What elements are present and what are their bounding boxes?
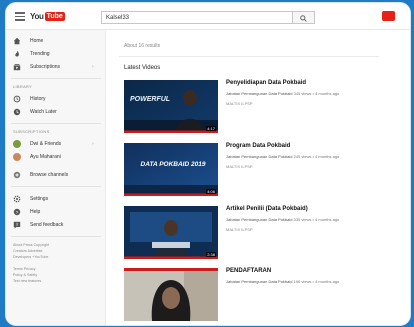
video-title[interactable]: Penyelidiapan Data Pokbaid — [226, 80, 306, 86]
youtube-logo[interactable]: You Tube — [30, 11, 65, 22]
video-description: MALTIX ILPSP — [226, 101, 253, 106]
sidebar-divider — [11, 78, 101, 79]
sidebar-item-subscriptions[interactable]: Subscriptions › — [6, 60, 106, 73]
watch-later-icon — [13, 108, 21, 116]
help-icon: ? — [13, 208, 21, 216]
search-input[interactable]: Kalsel33 — [101, 11, 293, 24]
chevron-right-icon: › — [92, 63, 94, 70]
video-thumbnail[interactable] — [124, 268, 218, 321]
sidebar-footer: About Press Copyright Creators Advertise… — [13, 242, 101, 284]
avatar — [13, 152, 21, 161]
video-meta: Jabatan Pembangunan Data Pokbaid 196 vie… — [226, 279, 339, 284]
sidebar-item-label: Trending — [30, 50, 50, 57]
sidebar-item-browse-channels[interactable]: Browse channels — [6, 168, 106, 181]
home-icon — [13, 37, 21, 45]
video-item[interactable]: DATA POKBAID 2019 4:06 Program Data Pokb… — [124, 143, 384, 197]
video-item[interactable]: POWERFUL 4:17 Penyelidiapan Data Pokbaid… — [124, 80, 384, 134]
results-count: About 16 results — [124, 43, 161, 49]
search-button[interactable] — [293, 11, 315, 24]
sidebar-item-label: Ayu Maharani — [30, 153, 61, 160]
thumbnail-caption: POWERFUL — [130, 96, 171, 103]
sidebar-divider — [11, 236, 101, 237]
video-duration: 4:06 — [206, 189, 216, 194]
thumbnail-caption: DATA POKBAID 2019 — [140, 161, 206, 168]
library-heading: LIBRARY — [13, 84, 33, 89]
subscriptions-heading: SUBSCRIPTIONS — [13, 129, 50, 134]
video-item[interactable]: 2:38 Artikel Penilii (Data Pokbaid) Jaba… — [124, 206, 384, 260]
gear-icon — [13, 195, 21, 203]
video-meta: Jabatan Pembangunan Data Pokbaid 335 vie… — [226, 217, 339, 222]
video-duration: 4:17 — [206, 126, 216, 131]
trending-icon — [13, 50, 21, 58]
sidebar-item-label: History — [30, 95, 46, 102]
svg-text:?: ? — [16, 209, 19, 215]
channel-name[interactable]: Jabatan Pembangunan Data Pokbaid — [226, 217, 293, 222]
sidebar-item-subscription[interactable]: Ayu Maharani — [6, 150, 106, 163]
channel-name[interactable]: Jabatan Pembangunan Data Pokbaid — [226, 279, 293, 284]
video-title[interactable]: Program Data Pokbaid — [226, 143, 290, 149]
add-circle-icon — [13, 171, 21, 179]
channel-name[interactable]: Jabatan Pembangunan Data Pokbaid — [226, 91, 293, 96]
video-meta: Jabatan Pembangunan Data Pokbaid 245 vie… — [226, 154, 339, 159]
upload-button[interactable] — [382, 11, 395, 21]
sidebar-item-label: Settings — [30, 195, 49, 202]
sidebar-item-settings[interactable]: Settings — [6, 192, 106, 205]
video-thumbnail[interactable]: DATA POKBAID 2019 4:06 — [124, 143, 218, 196]
subscriptions-icon — [13, 63, 21, 71]
video-duration: 2:38 — [206, 252, 216, 257]
sidebar-item-home[interactable]: Home — [6, 34, 106, 47]
sidebar-item-feedback[interactable]: Send feedback — [6, 218, 106, 231]
channel-name[interactable]: Jabatan Pembangunan Data Pokbaid — [226, 154, 293, 159]
logo-tube-text: Tube — [44, 12, 65, 21]
top-bar: You Tube Kalsel33 — [6, 3, 410, 30]
chevron-right-icon: › — [92, 140, 94, 147]
sidebar: Home Trending Subscriptions › LIBRARY Hi… — [6, 30, 106, 325]
sidebar-divider — [11, 186, 101, 187]
sidebar-item-label: Watch Later — [30, 108, 57, 115]
views-time: 335 views • 4 months ago — [293, 217, 340, 222]
views-time: 196 views • 4 months ago — [293, 279, 340, 284]
sidebar-item-trending[interactable]: Trending — [6, 47, 106, 60]
browser-window: You Tube Kalsel33 Home Trending Subscrip… — [6, 3, 410, 325]
sidebar-item-subscription[interactable]: Dwi & Friends › — [6, 137, 106, 150]
video-title[interactable]: PENDAFTARAN — [226, 268, 271, 274]
hamburger-menu-icon[interactable] — [15, 12, 25, 21]
sidebar-divider — [11, 123, 101, 124]
search-icon — [300, 15, 307, 22]
video-title[interactable]: Artikel Penilii (Data Pokbaid) — [226, 206, 308, 212]
feedback-icon — [13, 221, 21, 229]
views-time: 345 views • 4 months ago — [293, 91, 340, 96]
views-time: 245 views • 4 months ago — [293, 154, 340, 159]
section-title: Latest Videos — [124, 65, 161, 71]
sidebar-item-history[interactable]: History — [6, 92, 106, 105]
video-description: MALTIX ILPSP — [226, 164, 253, 169]
sidebar-item-label: Subscriptions — [30, 63, 61, 70]
sidebar-item-label: Browse channels — [30, 171, 69, 178]
sidebar-item-label: Help — [30, 208, 41, 215]
video-item[interactable]: PENDAFTARAN Jabatan Pembangunan Data Pok… — [124, 268, 384, 322]
sidebar-item-label: Home — [30, 37, 44, 44]
avatar — [13, 139, 21, 148]
video-description: MALTIX ILPSP — [226, 227, 253, 232]
footer-line[interactable]: Test new features — [13, 278, 101, 284]
video-thumbnail[interactable]: POWERFUL 4:17 — [124, 80, 218, 133]
main-divider — [119, 56, 379, 57]
sidebar-item-label: Send feedback — [30, 221, 64, 228]
video-meta: Jabatan Pembangunan Data Pokbaid 345 vie… — [226, 91, 339, 96]
logo-you-text: You — [30, 12, 44, 21]
history-icon — [13, 95, 21, 103]
sidebar-item-help[interactable]: ? Help — [6, 205, 106, 218]
sidebar-item-label: Dwi & Friends — [30, 140, 62, 147]
video-thumbnail[interactable]: 2:38 — [124, 206, 218, 259]
sidebar-item-watch-later[interactable]: Watch Later — [6, 105, 106, 118]
